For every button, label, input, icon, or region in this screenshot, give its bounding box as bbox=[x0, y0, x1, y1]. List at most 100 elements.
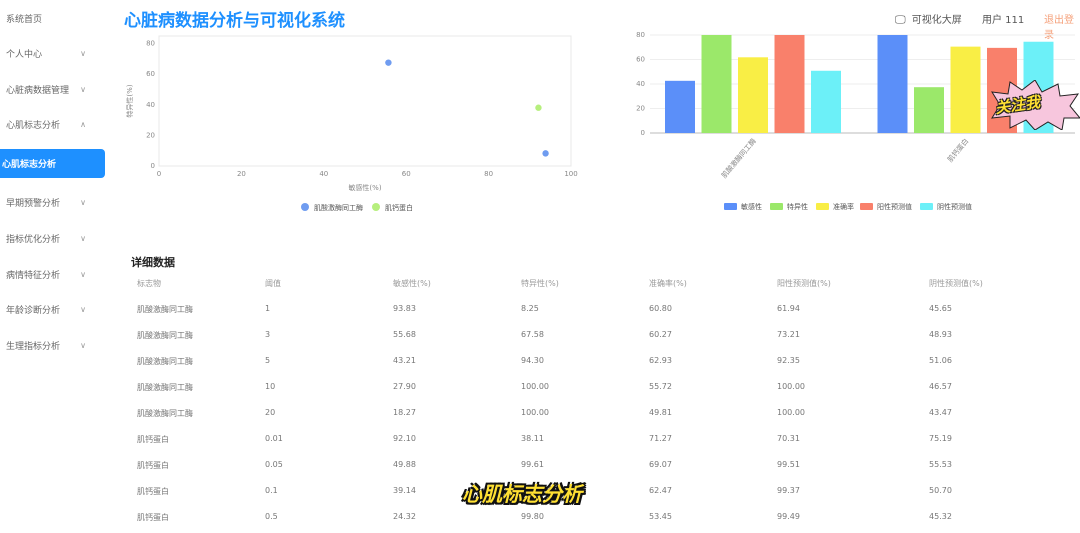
sidebar-item-label: 生理指标分析 bbox=[6, 341, 61, 352]
legend-swatch bbox=[770, 203, 783, 210]
y-tick-label: 60 bbox=[146, 70, 155, 78]
y-tick-label: 0 bbox=[151, 162, 155, 170]
legend-swatch bbox=[860, 203, 873, 210]
table-cell: 99.80 bbox=[521, 512, 544, 521]
chevron-down-icon: ∨ bbox=[80, 340, 86, 350]
x-axis-label: 敏感性(%) bbox=[348, 183, 381, 192]
table-cell: 99.49 bbox=[777, 512, 800, 521]
sidebar-item-label: 指标优化分析 bbox=[6, 234, 61, 245]
table-cell: 55.53 bbox=[929, 460, 952, 469]
y-tick-label: 20 bbox=[146, 131, 155, 139]
y-tick-label: 0 bbox=[641, 129, 645, 137]
sidebar-item-label: 系统首页 bbox=[6, 14, 43, 25]
x-tick-label: 20 bbox=[237, 170, 246, 178]
table-cell: 93.83 bbox=[393, 304, 416, 313]
sidebar-item-1[interactable]: 个人中心 ∨ bbox=[0, 40, 108, 66]
y-tick-label: 40 bbox=[146, 101, 155, 109]
table-row: 肌酸激酶同工酶 1 93.83 8.25 60.80 61.94 45.65 bbox=[131, 296, 1080, 322]
sidebar-item-3[interactable]: 心肌标志分析 ∧ bbox=[0, 111, 108, 137]
table-cell: 0.05 bbox=[265, 460, 283, 469]
table-cell: 92.35 bbox=[777, 356, 800, 365]
table-cell: 99.51 bbox=[777, 460, 800, 469]
table-row: 肌钙蛋白 0.01 92.10 38.11 71.27 70.31 75.19 bbox=[131, 426, 1080, 452]
table-row: 肌钙蛋白 0.1 39.14 62.47 99.37 50.70 bbox=[131, 478, 1080, 504]
table-cell: 100.00 bbox=[777, 382, 805, 391]
bar bbox=[701, 35, 732, 133]
x-tick-label: 80 bbox=[484, 170, 493, 178]
table-header-cell: 阈值 bbox=[265, 279, 281, 288]
table-cell: 肌钙蛋白 bbox=[137, 435, 169, 444]
table-header-row: 标志物 阈值 敏感性(%) 特异性(%) 准确率(%) 阳性预测值(%) 阴性预测值(%) bbox=[131, 270, 1080, 296]
table-cell: 69.07 bbox=[649, 460, 672, 469]
table-cell: 肌酸激酶同工酶 bbox=[137, 331, 193, 340]
sidebar-item-label: 早期预警分析 bbox=[6, 198, 61, 209]
table-row: 肌酸激酶同工酶 3 55.68 67.58 60.27 73.21 48.93 bbox=[131, 322, 1080, 348]
sidebar-item-label: 个人中心 bbox=[6, 49, 43, 60]
y-tick-label: 80 bbox=[636, 31, 645, 39]
table-header-cell: 标志物 bbox=[137, 279, 161, 288]
table-cell: 肌钙蛋白 bbox=[137, 487, 169, 496]
sidebar-item-7[interactable]: 病情特征分析 ∨ bbox=[0, 261, 108, 287]
table-cell: 48.93 bbox=[929, 330, 952, 339]
sidebar-item-9[interactable]: 生理指标分析 ∨ bbox=[0, 332, 108, 358]
sidebar-item-0[interactable]: 系统首页 bbox=[0, 5, 108, 31]
table-header-cell: 阳性预测值(%) bbox=[777, 279, 831, 288]
scatter-point bbox=[385, 59, 392, 66]
table-cell: 0.5 bbox=[265, 512, 278, 521]
table-cell: 18.27 bbox=[393, 408, 416, 417]
table-cell: 46.57 bbox=[929, 382, 952, 391]
sidebar-item-8[interactable]: 年龄诊断分析 ∨ bbox=[0, 296, 108, 322]
sidebar-item-6[interactable]: 指标优化分析 ∨ bbox=[0, 225, 108, 251]
table-header-cell: 准确率(%) bbox=[649, 279, 687, 288]
chevron-down-icon: ∨ bbox=[80, 48, 86, 58]
table-cell: 0.01 bbox=[265, 434, 283, 443]
detail-table: 标志物 阈值 敏感性(%) 特异性(%) 准确率(%) 阳性预测值(%) 阴性预测值(%) 肌… bbox=[131, 270, 1080, 530]
bar bbox=[914, 87, 944, 133]
sidebar: 系统首页 个人中心 ∨ 心脏病数据管理 ∨ 心肌标志分析 ∧ 心肌标志分析 早期预警分析 ∨ 指标优… bbox=[0, 0, 108, 533]
bar bbox=[665, 80, 695, 133]
y-axis-label: 特异性(%) bbox=[125, 84, 134, 117]
scatter-point bbox=[535, 104, 542, 111]
legend-label: 特异性 bbox=[787, 202, 808, 211]
sidebar-item-5[interactable]: 早期预警分析 ∨ bbox=[0, 189, 108, 215]
table-cell: 94.30 bbox=[521, 356, 544, 365]
bar bbox=[877, 35, 908, 133]
table-cell: 100.00 bbox=[521, 382, 549, 391]
chevron-down-icon: ∨ bbox=[80, 304, 86, 314]
table-cell: 100.00 bbox=[777, 408, 805, 417]
bar bbox=[738, 57, 768, 133]
table-header-cell: 阴性预测值(%) bbox=[929, 279, 983, 288]
table-cell: 0.1 bbox=[265, 486, 278, 495]
table-cell: 3 bbox=[265, 330, 271, 339]
sidebar-item-4[interactable]: 心肌标志分析 bbox=[0, 149, 105, 178]
table-cell: 肌钙蛋白 bbox=[137, 513, 169, 522]
table-cell: 53.45 bbox=[649, 512, 672, 521]
legend-swatch bbox=[724, 203, 737, 210]
table-cell: 肌酸激酶同工酶 bbox=[137, 383, 193, 392]
bar bbox=[950, 46, 981, 134]
scatter-point bbox=[542, 150, 549, 157]
sidebar-item-2[interactable]: 心脏病数据管理 ∨ bbox=[0, 76, 108, 102]
category-label: 肌钙蛋白 bbox=[945, 137, 970, 164]
table-header-cell: 敏感性(%) bbox=[393, 279, 431, 288]
chevron-down-icon: ∨ bbox=[80, 233, 86, 243]
sidebar-item-label: 心脏病数据管理 bbox=[6, 85, 70, 96]
table-row: 肌酸激酶同工酶 10 27.90 100.00 55.72 100.00 46.57 bbox=[131, 374, 1080, 400]
table-cell: 71.27 bbox=[649, 434, 672, 443]
table-cell: 55.72 bbox=[649, 382, 672, 391]
table-cell: 肌酸激酶同工酶 bbox=[137, 409, 193, 418]
table-cell: 43.21 bbox=[393, 356, 416, 365]
x-tick-label: 40 bbox=[319, 170, 328, 178]
table-cell: 43.47 bbox=[929, 408, 952, 417]
legend-label: 肌酸激酶同工酶 bbox=[314, 203, 363, 212]
legend-label: 准确率 bbox=[833, 202, 854, 211]
big-screen-button[interactable]: 🖵 可视化大屏 bbox=[895, 11, 962, 27]
scatter-chart: 0 20 40 60 80 100 0 20 40 60 80 敏感性(%) 特异性(%) 肌酸激酶同工酶… bbox=[125, 35, 578, 212]
legend-marker bbox=[372, 203, 380, 211]
app-root: 系统首页 个人中心 ∨ 心脏病数据管理 ∨ 心肌标志分析 ∧ 心肌标志分析 早期预警分析 ∨ 指标优… bbox=[0, 0, 1080, 533]
table-cell: 70.31 bbox=[777, 434, 800, 443]
legend-marker bbox=[301, 203, 309, 211]
table-cell: 62.93 bbox=[649, 356, 672, 365]
table-cell: 62.47 bbox=[649, 486, 672, 495]
user-name[interactable]: 用户 111 bbox=[982, 11, 1024, 26]
